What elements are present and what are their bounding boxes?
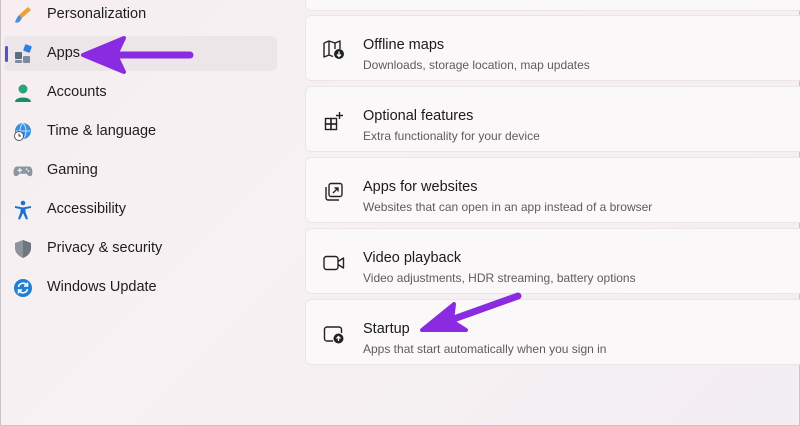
sidebar-item-personalization[interactable]: Personalization xyxy=(4,0,277,32)
shield-icon xyxy=(13,239,33,259)
sidebar-item-label: Personalization xyxy=(47,6,147,22)
sidebar-item-accounts[interactable]: Accounts xyxy=(4,75,277,110)
settings-card-optional-features[interactable]: Optional features Extra functionality fo… xyxy=(305,86,800,152)
settings-card-partial[interactable] xyxy=(305,0,800,11)
settings-card-video-playback[interactable]: Video playback Video adjustments, HDR st… xyxy=(305,228,800,294)
sidebar-item-label: Accounts xyxy=(47,84,107,100)
accessibility-icon xyxy=(13,200,33,220)
brush-icon xyxy=(13,5,33,25)
sidebar-item-label: Accessibility xyxy=(47,201,126,217)
sidebar-item-label: Time & language xyxy=(47,123,157,139)
card-title: Apps for websites xyxy=(363,179,478,195)
person-icon xyxy=(13,83,33,103)
settings-card-offline-maps[interactable]: Offline maps Downloads, storage location… xyxy=(305,15,800,81)
sidebar-item-apps[interactable]: Apps xyxy=(4,36,277,71)
card-description: Extra functionality for your device xyxy=(363,129,540,143)
settings-card-apps-for-websites[interactable]: Apps for websites Websites that can open… xyxy=(305,157,800,223)
sidebar-item-accessibility[interactable]: Accessibility xyxy=(4,192,277,227)
map-download-icon xyxy=(323,39,345,61)
selection-indicator xyxy=(5,46,8,62)
card-title: Optional features xyxy=(363,108,474,124)
apps-settings-list: Offline maps Downloads, storage location… xyxy=(305,0,800,426)
sidebar-item-time-language[interactable]: Time & language xyxy=(4,114,277,149)
settings-sidebar: Personalization Apps Accounts Time & lan… xyxy=(0,0,290,426)
card-description: Downloads, storage location, map updates xyxy=(363,58,590,72)
card-title: Offline maps xyxy=(363,37,445,53)
refresh-icon xyxy=(13,278,33,298)
sidebar-item-label: Privacy & security xyxy=(47,240,163,256)
sidebar-item-privacy-security[interactable]: Privacy & security xyxy=(4,231,277,266)
sidebar-item-windows-update[interactable]: Windows Update xyxy=(4,270,277,305)
clock-globe-icon xyxy=(13,122,33,142)
apps-icon xyxy=(13,44,33,64)
sidebar-item-label: Gaming xyxy=(47,162,98,178)
sidebar-item-gaming[interactable]: Gaming xyxy=(4,153,277,188)
sidebar-item-label: Windows Update xyxy=(47,279,157,295)
settings-card-startup[interactable]: Startup Apps that start automatically wh… xyxy=(305,299,800,365)
grid-plus-icon xyxy=(323,110,345,132)
open-in-app-icon xyxy=(323,181,345,203)
card-description: Video adjustments, HDR streaming, batter… xyxy=(363,271,636,285)
gamepad-icon xyxy=(13,161,33,181)
startup-icon xyxy=(323,323,345,345)
video-camera-icon xyxy=(323,252,345,274)
card-description: Apps that start automatically when you s… xyxy=(363,342,607,356)
card-description: Websites that can open in an app instead… xyxy=(363,200,653,214)
card-title: Video playback xyxy=(363,250,462,266)
sidebar-item-label: Apps xyxy=(47,45,81,61)
card-title: Startup xyxy=(363,321,410,337)
